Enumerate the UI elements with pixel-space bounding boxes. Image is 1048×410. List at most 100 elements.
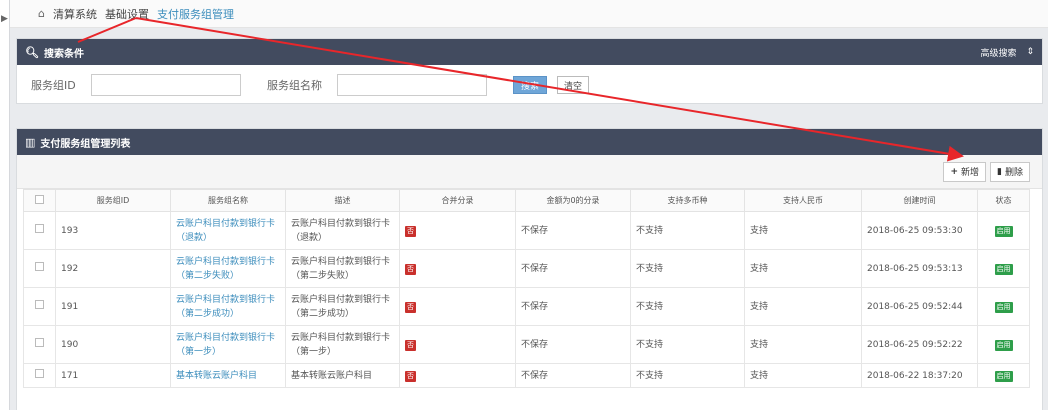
service-group-name-link[interactable]: 云账户科目付款到银行卡（第二步成功） xyxy=(176,295,275,319)
row-checkbox[interactable] xyxy=(35,368,44,378)
list-panel-title: 支付服务组管理列表 xyxy=(40,138,131,150)
group-name-label: 服务组名称 xyxy=(267,79,322,92)
merge-badge: 否 xyxy=(405,263,416,275)
sidebar-collapsed-strip: ▶ xyxy=(0,0,10,410)
cell-multi-currency: 不支持 xyxy=(630,211,745,250)
merge-badge: 否 xyxy=(405,370,416,382)
column-header-status[interactable]: 状态 xyxy=(977,189,1030,212)
cell-merge: 否 xyxy=(399,363,516,388)
status-badge[interactable]: 启用 xyxy=(994,339,1013,351)
cell-zero-amount: 不保存 xyxy=(515,211,631,250)
group-id-label: 服务组ID xyxy=(31,79,76,92)
cell-created: 2018-06-25 09:53:13 xyxy=(861,249,978,288)
service-group-name-link[interactable]: 基本转账云账户科目 xyxy=(176,371,257,381)
cell-desc: 云账户科目付款到银行卡（退款） xyxy=(285,211,400,250)
home-icon[interactable]: ⌂ xyxy=(38,7,45,20)
cell-desc: 云账户科目付款到银行卡（第一步） xyxy=(285,325,400,364)
column-header-merge[interactable]: 合并分录 xyxy=(399,189,516,212)
table-row[interactable]: 190 云账户科目付款到银行卡（第一步） 云账户科目付款到银行卡（第一步）否不保存不… xyxy=(23,325,1030,364)
list-panel: ▥ 支付服务组管理列表 + 新增 ▮ 删除 服务组ID 服务组名称 描述 合并分… xyxy=(16,128,1043,410)
list-toolbar: + 新增 ▮ 删除 xyxy=(17,155,1042,189)
cell-desc: 云账户科目付款到银行卡（第二步失败） xyxy=(285,249,400,288)
status-badge[interactable]: 启用 xyxy=(994,370,1013,382)
breadcrumb-item-basic-settings[interactable]: 基础设置 xyxy=(105,6,149,22)
column-header-created[interactable]: 创建时间 xyxy=(861,189,978,212)
row-select-cell xyxy=(23,325,56,364)
service-group-name-link[interactable]: 云账户科目付款到银行卡（退款） xyxy=(176,219,275,243)
status-badge[interactable]: 启用 xyxy=(994,263,1013,275)
cell-desc: 云账户科目付款到银行卡（第二步成功） xyxy=(285,287,400,326)
table-row[interactable]: 193 云账户科目付款到银行卡（退款） 云账户科目付款到银行卡（退款）否不保存 不支持… xyxy=(23,211,1030,250)
cell-multi-currency: 不支持 xyxy=(630,287,745,326)
cell-merge: 否 xyxy=(399,287,516,326)
advanced-search-link[interactable]: 高级搜索 xyxy=(980,46,1016,59)
cell-zero-amount: 不保存 xyxy=(515,249,631,288)
cell-status: 启用 xyxy=(977,325,1030,364)
collapse-icon[interactable]: ⇕ xyxy=(1026,47,1034,57)
column-header-id[interactable]: 服务组ID xyxy=(55,189,171,212)
cell-name: 云账户科目付款到银行卡（第二步成功） xyxy=(170,287,286,326)
cell-name: 云账户科目付款到银行卡（第二步失败） xyxy=(170,249,286,288)
cell-name: 云账户科目付款到银行卡（第一步） xyxy=(170,325,286,364)
row-select-cell xyxy=(23,249,56,288)
column-header-multi-currency[interactable]: 支持多币种 xyxy=(630,189,745,212)
cell-multi-currency: 不支持 xyxy=(630,249,745,288)
add-button[interactable]: + 新增 xyxy=(943,161,987,182)
cell-rmb: 支持 xyxy=(744,249,862,288)
cell-rmb: 支持 xyxy=(744,211,862,250)
row-checkbox[interactable] xyxy=(35,299,44,309)
select-all-checkbox[interactable] xyxy=(35,195,44,204)
table-body: 193 云账户科目付款到银行卡（退款） 云账户科目付款到银行卡（退款）否不保存 不支持… xyxy=(23,211,1030,388)
service-group-name-link[interactable]: 云账户科目付款到银行卡（第二步失败） xyxy=(176,257,275,281)
breadcrumb-item-clearing[interactable]: 清算系统 xyxy=(53,6,97,22)
cell-rmb: 支持 xyxy=(744,325,862,364)
search-form: 服务组ID 服务组名称 搜索 清空 xyxy=(17,65,1042,105)
status-badge[interactable]: 启用 xyxy=(994,225,1013,237)
row-checkbox[interactable] xyxy=(35,261,44,271)
cell-merge: 否 xyxy=(399,249,516,288)
cell-zero-amount: 不保存 xyxy=(515,287,631,326)
table-row[interactable]: 192 云账户科目付款到银行卡（第二步失败） 云账户科目付款到银行卡（第二步失败）否… xyxy=(23,249,1030,288)
cell-status: 启用 xyxy=(977,249,1030,288)
clear-button[interactable]: 清空 xyxy=(557,76,589,94)
search-panel: 🔍︎ 搜索条件 高级搜索 ⇕ 服务组ID 服务组名称 搜索 清空 xyxy=(16,38,1043,104)
delete-button[interactable]: ▮ 删除 xyxy=(990,161,1030,182)
column-header-desc[interactable]: 描述 xyxy=(285,189,400,212)
list-panel-header: ▥ 支付服务组管理列表 xyxy=(17,129,1042,155)
search-button[interactable]: 搜索 xyxy=(513,76,547,94)
select-all-cell xyxy=(23,189,56,212)
cell-status: 启用 xyxy=(977,287,1030,326)
column-header-name[interactable]: 服务组名称 xyxy=(170,189,286,212)
cell-multi-currency: 不支持 xyxy=(630,363,745,388)
cell-status: 启用 xyxy=(977,363,1030,388)
cell-rmb: 支持 xyxy=(744,287,862,326)
plus-icon: + xyxy=(950,166,959,177)
status-badge[interactable]: 启用 xyxy=(994,301,1013,313)
service-group-name-link[interactable]: 云账户科目付款到银行卡（第一步） xyxy=(176,333,275,357)
column-header-rmb[interactable]: 支持人民币 xyxy=(744,189,862,212)
cell-created: 2018-06-22 18:37:20 xyxy=(861,363,978,388)
search-panel-title: 搜索条件 xyxy=(43,48,84,60)
cell-created: 2018-06-25 09:52:44 xyxy=(861,287,978,326)
column-header-zero-amount[interactable]: 金额为0的分录 xyxy=(515,189,631,212)
row-checkbox[interactable] xyxy=(35,337,44,347)
bar-chart-icon: ▥ xyxy=(25,135,36,149)
group-id-input[interactable] xyxy=(91,74,241,96)
row-select-cell xyxy=(23,287,56,326)
table-row[interactable]: 171 基本转账云账户科目 基本转账云账户科目否不保存 不支持 支持 2018-06-22… xyxy=(23,363,1030,388)
merge-badge: 否 xyxy=(405,301,416,313)
cell-id: 171 xyxy=(55,363,171,388)
search-panel-header: 🔍︎ 搜索条件 高级搜索 ⇕ xyxy=(17,39,1042,65)
cell-name: 基本转账云账户科目 xyxy=(170,363,286,388)
add-button-label: 新增 xyxy=(961,168,980,178)
group-name-input[interactable] xyxy=(337,74,487,96)
service-group-table: 服务组ID 服务组名称 描述 合并分录 金额为0的分录 支持多币种 支持人民币 … xyxy=(23,189,1030,388)
sidebar-expand-icon[interactable]: ▶ xyxy=(1,14,8,24)
row-select-cell xyxy=(23,211,56,250)
row-checkbox[interactable] xyxy=(35,223,44,233)
cell-multi-currency: 不支持 xyxy=(630,325,745,364)
cell-id: 191 xyxy=(55,287,171,326)
table-row[interactable]: 191 云账户科目付款到银行卡（第二步成功） 云账户科目付款到银行卡（第二步成功）否… xyxy=(23,287,1030,326)
breadcrumb-item-current: 支付服务组管理 xyxy=(156,7,234,21)
cell-id: 192 xyxy=(55,249,171,288)
